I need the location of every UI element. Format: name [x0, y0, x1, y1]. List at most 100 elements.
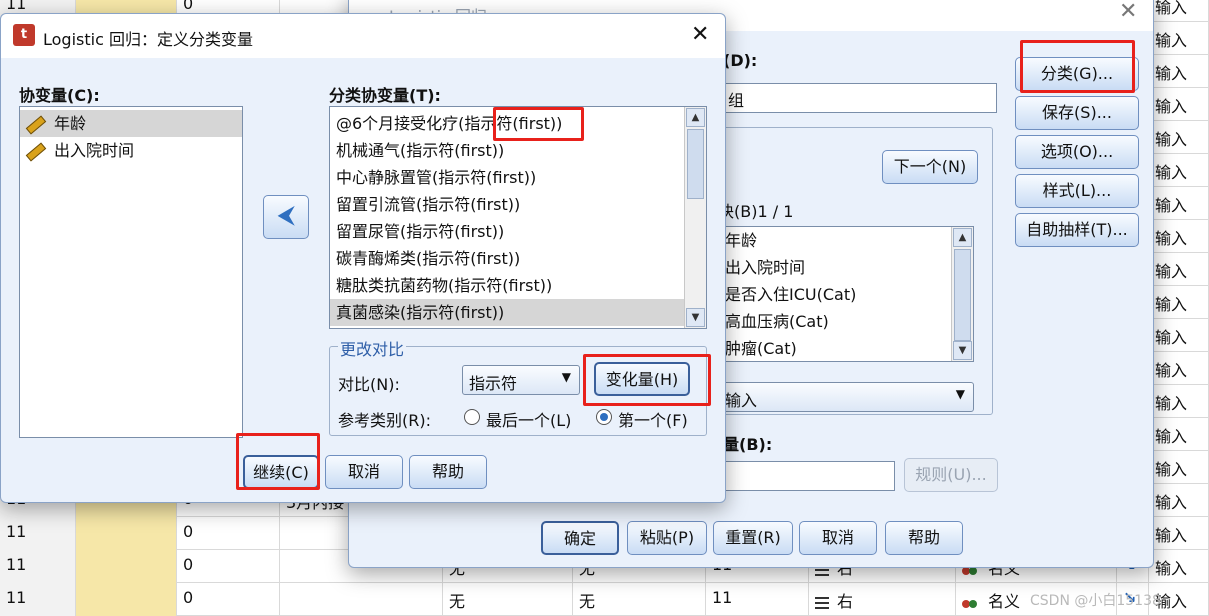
- align-right-icon: [815, 596, 829, 609]
- table-cell[interactable]: 无: [573, 583, 706, 616]
- list-item[interactable]: 是否入住ICU(Cat): [719, 281, 973, 308]
- close-icon[interactable]: ✕: [1119, 0, 1137, 24]
- table-cell[interactable]: 输入: [1149, 253, 1209, 286]
- method-value: 输入: [725, 391, 758, 410]
- contrast-dropdown[interactable]: 指示符 ▼: [462, 365, 580, 395]
- list-item[interactable]: 真菌感染(指示符(first)): [330, 299, 684, 326]
- cell-text: 无: [449, 592, 466, 611]
- table-cell[interactable]: 输入: [1149, 550, 1209, 583]
- help-button[interactable]: 帮助: [885, 521, 963, 555]
- cancel-button[interactable]: 取消: [799, 521, 877, 555]
- nominal-measure-icon: [962, 596, 978, 610]
- change-contrast-legend: 更改对比: [338, 336, 407, 360]
- block-list-scrollbar[interactable]: ▲ ▼: [951, 227, 973, 361]
- table-cell[interactable]: 11: [0, 517, 76, 550]
- table-cell[interactable]: 0: [177, 583, 280, 616]
- table-cell[interactable]: 输入: [1149, 154, 1209, 187]
- list-item[interactable]: 留置引流管(指示符(first)): [330, 191, 684, 218]
- radio-first[interactable]: [596, 409, 612, 425]
- table-cell[interactable]: 0: [177, 517, 280, 550]
- selection-variable-field[interactable]: [723, 461, 895, 491]
- paste-button[interactable]: 粘贴(P): [627, 521, 707, 555]
- cell-text: 0: [183, 522, 194, 541]
- move-left-button[interactable]: ⮜: [263, 195, 309, 239]
- table-cell[interactable]: 无: [443, 583, 573, 616]
- table-cell[interactable]: 0: [177, 550, 280, 583]
- bootstrap-button[interactable]: 自助抽样(T)...: [1015, 213, 1139, 247]
- continue-button[interactable]: 继续(C): [243, 455, 319, 489]
- table-cell[interactable]: 输入: [1149, 55, 1209, 88]
- block-covariates-list[interactable]: 年龄 出入院时间 是否入住ICU(Cat) 高血压病(Cat) 肿瘤(Cat) ▲ ▼: [718, 226, 974, 362]
- options-button[interactable]: 选项(O)...: [1015, 135, 1139, 169]
- define-categorical-dialog: t Logistic 回归：定义分类变量 ✕ 协变量(C): 年龄 出入院时间 ⮜…: [0, 13, 726, 503]
- ok-button[interactable]: 确定: [541, 521, 619, 555]
- list-item[interactable]: 糖肽类抗菌药物(指示符(first)): [330, 272, 684, 299]
- method-dropdown[interactable]: 输入 ▼: [718, 382, 974, 412]
- table-cell[interactable]: 输入: [1149, 319, 1209, 352]
- table-row[interactable]: 110无无11右名义↘输入: [0, 583, 1209, 616]
- table-cell[interactable]: 11: [0, 550, 76, 583]
- table-cell[interactable]: 输入: [1149, 286, 1209, 319]
- table-cell[interactable]: [76, 517, 177, 550]
- rule-button[interactable]: 规则(U)...: [904, 458, 998, 492]
- list-item[interactable]: @6个月接受化疗(指示符(first)): [330, 110, 684, 137]
- watermark: CSDN @小白15138: [1030, 593, 1161, 609]
- table-cell[interactable]: 输入: [1149, 385, 1209, 418]
- categorical-button[interactable]: 分类(G)...: [1015, 57, 1139, 91]
- style-button[interactable]: 样式(L)...: [1015, 174, 1139, 208]
- scale-ruler-icon: [25, 115, 47, 134]
- list-item[interactable]: 年龄: [20, 110, 242, 137]
- covariates-label: 协变量(C):: [19, 86, 100, 105]
- help-button[interactable]: 帮助: [409, 455, 487, 489]
- table-cell[interactable]: 右: [809, 583, 956, 616]
- table-cell[interactable]: 输入: [1149, 121, 1209, 154]
- cell-text: 输入: [1155, 163, 1188, 182]
- table-cell[interactable]: 输入: [1149, 451, 1209, 484]
- list-item[interactable]: 出入院时间: [20, 137, 242, 164]
- table-cell[interactable]: [76, 583, 177, 616]
- dependent-variable-field[interactable]: 组: [723, 83, 997, 113]
- list-item[interactable]: 高血压病(Cat): [719, 308, 973, 335]
- table-cell[interactable]: 输入: [1149, 484, 1209, 517]
- arrow-left-icon: ⮜: [278, 203, 294, 228]
- table-cell[interactable]: 输入: [1149, 0, 1209, 22]
- cell-text: 0: [183, 555, 194, 574]
- cell-text: 右: [837, 592, 854, 611]
- radio-last[interactable]: [464, 409, 480, 425]
- list-item[interactable]: 肿瘤(Cat): [719, 335, 973, 361]
- cell-text: 输入: [1155, 361, 1188, 380]
- table-cell[interactable]: [280, 583, 443, 616]
- list-item[interactable]: 中心静脉置管(指示符(first)): [330, 164, 684, 191]
- table-cell[interactable]: 11: [0, 583, 76, 616]
- list-item[interactable]: 留置尿管(指示符(first)): [330, 218, 684, 245]
- covariates-list[interactable]: 年龄 出入院时间: [19, 106, 243, 438]
- table-cell[interactable]: [76, 550, 177, 583]
- categorical-covariates-list[interactable]: @6个月接受化疗(指示符(first)) 机械通气(指示符(first)) 中心静脉…: [329, 106, 707, 329]
- reference-category-label: 参考类别(R):: [338, 411, 431, 430]
- table-cell[interactable]: 输入: [1149, 220, 1209, 253]
- list-item[interactable]: 碳青酶烯类(指示符(first)): [330, 245, 684, 272]
- cell-text: 输入: [1155, 328, 1188, 347]
- categorical-list-scrollbar[interactable]: ▲ ▼: [684, 107, 706, 328]
- next-block-button[interactable]: 下一个(N): [882, 150, 978, 184]
- cell-text: 无: [579, 592, 596, 611]
- scale-ruler-icon: [25, 142, 47, 161]
- table-cell[interactable]: 输入: [1149, 88, 1209, 121]
- table-cell[interactable]: 输入: [1149, 517, 1209, 550]
- close-icon[interactable]: ✕: [691, 22, 709, 47]
- save-button[interactable]: 保存(S)...: [1015, 96, 1139, 130]
- list-item[interactable]: 出入院时间: [719, 254, 973, 281]
- table-cell[interactable]: 11: [706, 583, 809, 616]
- cell-text: 11: [712, 588, 733, 607]
- list-item[interactable]: 年龄: [719, 227, 973, 254]
- cell-text: 输入: [1155, 493, 1188, 512]
- table-cell[interactable]: 输入: [1149, 22, 1209, 55]
- table-cell[interactable]: 输入: [1149, 352, 1209, 385]
- table-cell[interactable]: 输入: [1149, 187, 1209, 220]
- cell-text: 输入: [1155, 64, 1188, 83]
- list-item[interactable]: 机械通气(指示符(first)): [330, 137, 684, 164]
- reset-button[interactable]: 重置(R): [713, 521, 793, 555]
- cancel-button[interactable]: 取消: [325, 455, 403, 489]
- change-button[interactable]: 变化量(H): [594, 362, 690, 396]
- table-cell[interactable]: 输入: [1149, 418, 1209, 451]
